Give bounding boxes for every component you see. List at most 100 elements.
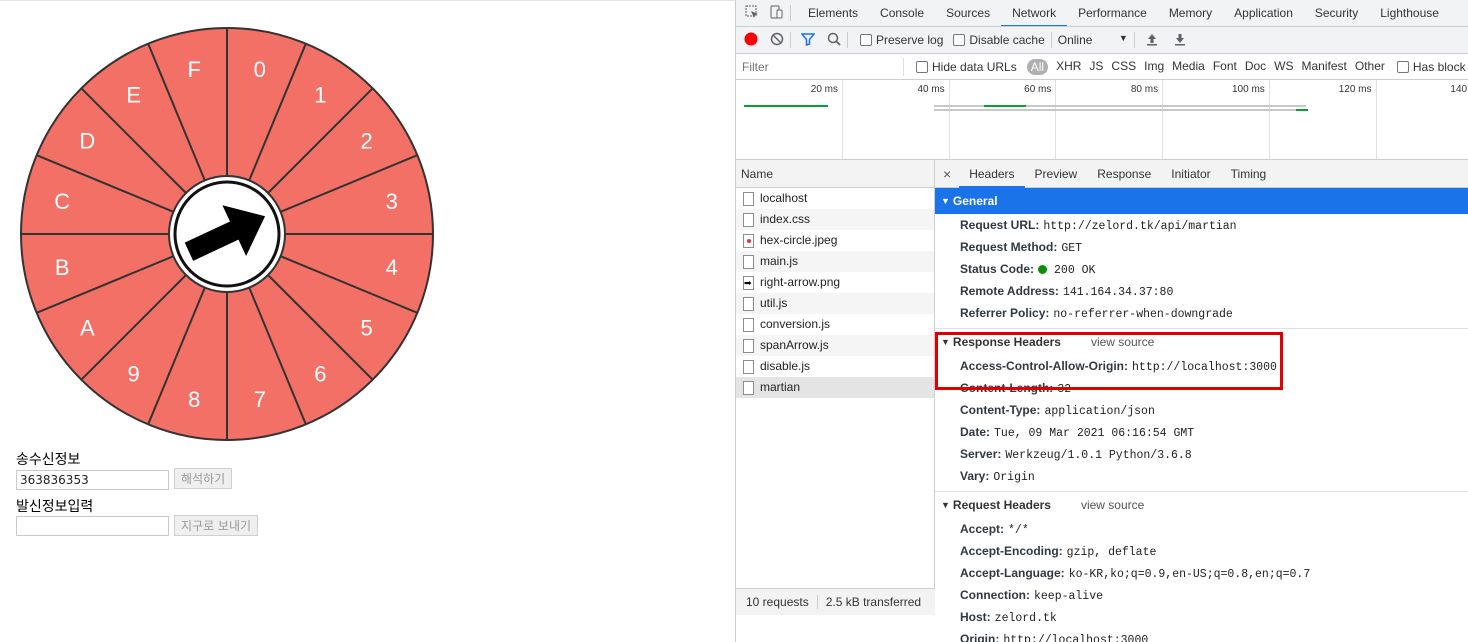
request-row[interactable]: index.css [736, 209, 934, 230]
filter-input[interactable] [738, 57, 904, 76]
request-row[interactable]: disable.js [736, 356, 934, 377]
wheel-segment-label: 6 [314, 362, 326, 387]
tab-application[interactable]: Application [1223, 0, 1304, 26]
received-info-input[interactable] [16, 470, 169, 490]
filter-icon[interactable] [800, 32, 816, 49]
wheel-segment-label: E [126, 82, 141, 107]
tab-security[interactable]: Security [1304, 0, 1369, 26]
request-row[interactable]: hex-circle.jpeg [736, 230, 934, 251]
inspect-element-icon[interactable] [744, 4, 760, 23]
request-headers-header[interactable]: ▼ Request Headers view source [935, 492, 1468, 518]
hide-data-urls-checkbox[interactable] [916, 60, 928, 73]
wheel-segment-label: 0 [254, 57, 266, 82]
detail-tab-response[interactable]: Response [1087, 160, 1161, 188]
view-source-link[interactable]: view source [1091, 329, 1154, 355]
clear-icon[interactable] [770, 32, 784, 49]
request-row[interactable]: ➡ right-arrow.png [736, 272, 934, 293]
tab-memory[interactable]: Memory [1158, 0, 1223, 26]
triangle-down-icon: ▼ [941, 196, 950, 206]
header-key: Content-Type: [960, 403, 1041, 417]
request-row[interactable]: spanArrow.js [736, 335, 934, 356]
headers-panel: ▼ General Request URL: http://zelord.tk/api… [935, 188, 1468, 642]
record-icon[interactable] [744, 32, 758, 49]
timeline-bar [1296, 109, 1308, 111]
hex-wheel: 0 1 2 3 4 5 6 7 8 9 A B C D E F [20, 27, 434, 441]
image-icon: ➡ [743, 275, 754, 290]
wheel-segment-label: F [187, 57, 200, 82]
toolbar-divider [1050, 32, 1052, 48]
request-name: conversion.js [760, 317, 831, 331]
disable-cache-checkbox[interactable] [953, 34, 966, 46]
request-row[interactable]: main.js [736, 251, 934, 272]
request-row[interactable]: localhost [736, 188, 934, 209]
detail-tab-preview[interactable]: Preview [1025, 160, 1088, 188]
type-filter-xhr[interactable]: XHR [1056, 59, 1081, 75]
header-row: Connection: keep-alive [935, 584, 1468, 606]
type-filter-ws[interactable]: WS [1274, 59, 1293, 75]
network-filter-bar: Hide data URLs All XHR JS CSS Img Media Font Do… [736, 54, 1468, 80]
header-key: Referrer Policy: [960, 306, 1050, 320]
throttle-select[interactable]: Online ▼ [1058, 33, 1128, 47]
section-title: General [952, 194, 998, 208]
close-icon[interactable]: × [935, 166, 959, 182]
header-key: Host: [960, 610, 991, 624]
header-row: Referrer Policy: no-referrer-when-downgra… [935, 302, 1468, 324]
type-filter-all[interactable]: All [1026, 58, 1049, 75]
header-key: Content-Length: [960, 381, 1054, 395]
request-name: util.js [760, 296, 788, 310]
header-row: Content-Length: 32 [935, 377, 1468, 399]
search-icon[interactable] [827, 32, 841, 49]
has-blocked-checkbox[interactable] [1396, 60, 1409, 73]
timeline-label: 40 ms [917, 84, 945, 95]
export-har-icon[interactable] [1173, 32, 1187, 49]
timeline-label: 60 ms [1024, 84, 1052, 95]
throttle-value: Online [1057, 33, 1093, 47]
timeline-gridline [948, 80, 950, 159]
request-row[interactable]: conversion.js [736, 314, 934, 335]
header-key: Date: [960, 425, 991, 439]
request-row[interactable]: martian [736, 377, 934, 398]
tab-lighthouse[interactable]: Lighthouse [1369, 0, 1450, 26]
devtools-tab-bar: Elements Console Sources Network Performance… [736, 0, 1468, 27]
send-to-earth-button[interactable]: 지구로 보내기 [174, 515, 259, 536]
timeline-label: 120 ms [1338, 84, 1372, 95]
name-column-header[interactable]: Name [736, 160, 934, 188]
status-ok-icon [1038, 265, 1048, 275]
view-source-link[interactable]: view source [1081, 492, 1144, 518]
send-info-input[interactable] [16, 516, 169, 536]
preserve-log-checkbox[interactable] [860, 34, 872, 46]
type-filter-manifest[interactable]: Manifest [1302, 59, 1347, 75]
tab-elements[interactable]: Elements [797, 0, 869, 26]
document-icon [743, 317, 754, 332]
detail-tab-initiator[interactable]: Initiator [1161, 160, 1220, 188]
tab-performance[interactable]: Performance [1067, 0, 1158, 26]
request-row[interactable]: util.js [736, 293, 934, 314]
detail-tab-timing[interactable]: Timing [1221, 160, 1277, 188]
header-value: keep-alive [1034, 590, 1104, 603]
network-overview[interactable]: 20 ms 40 ms 60 ms 80 ms 100 ms 120 ms 140 m [736, 80, 1468, 160]
timeline-label: 140 m [1450, 84, 1468, 95]
header-row: Request Method: GET [935, 236, 1468, 258]
type-filter-media[interactable]: Media [1172, 59, 1205, 75]
header-key: Origin: [960, 632, 1000, 642]
type-filter-doc[interactable]: Doc [1245, 59, 1266, 75]
import-har-icon[interactable] [1145, 32, 1159, 49]
type-filter-js[interactable]: JS [1089, 59, 1103, 75]
type-filter-css[interactable]: CSS [1111, 59, 1136, 75]
tab-network[interactable]: Network [1001, 0, 1068, 26]
type-filter-font[interactable]: Font [1213, 59, 1237, 75]
tab-console[interactable]: Console [869, 0, 935, 26]
timeline-gridline [1268, 80, 1270, 159]
response-headers-header[interactable]: ▼ Response Headers view source [935, 329, 1468, 355]
detail-tab-headers[interactable]: Headers [959, 160, 1025, 188]
tab-sources[interactable]: Sources [935, 0, 1001, 26]
type-filter-img[interactable]: Img [1144, 59, 1164, 75]
timeline-gridline [1055, 80, 1057, 159]
header-row: Request URL: http://zelord.tk/api/martian [935, 214, 1468, 236]
type-filter-other[interactable]: Other [1355, 59, 1385, 75]
decode-button[interactable]: 해석하기 [174, 468, 233, 489]
device-toolbar-icon[interactable] [768, 4, 784, 23]
general-header[interactable]: ▼ General [935, 188, 1468, 214]
header-row: Remote Address: 141.164.34.37:80 [935, 280, 1468, 302]
header-row: Status Code: 200 OK [935, 258, 1468, 280]
